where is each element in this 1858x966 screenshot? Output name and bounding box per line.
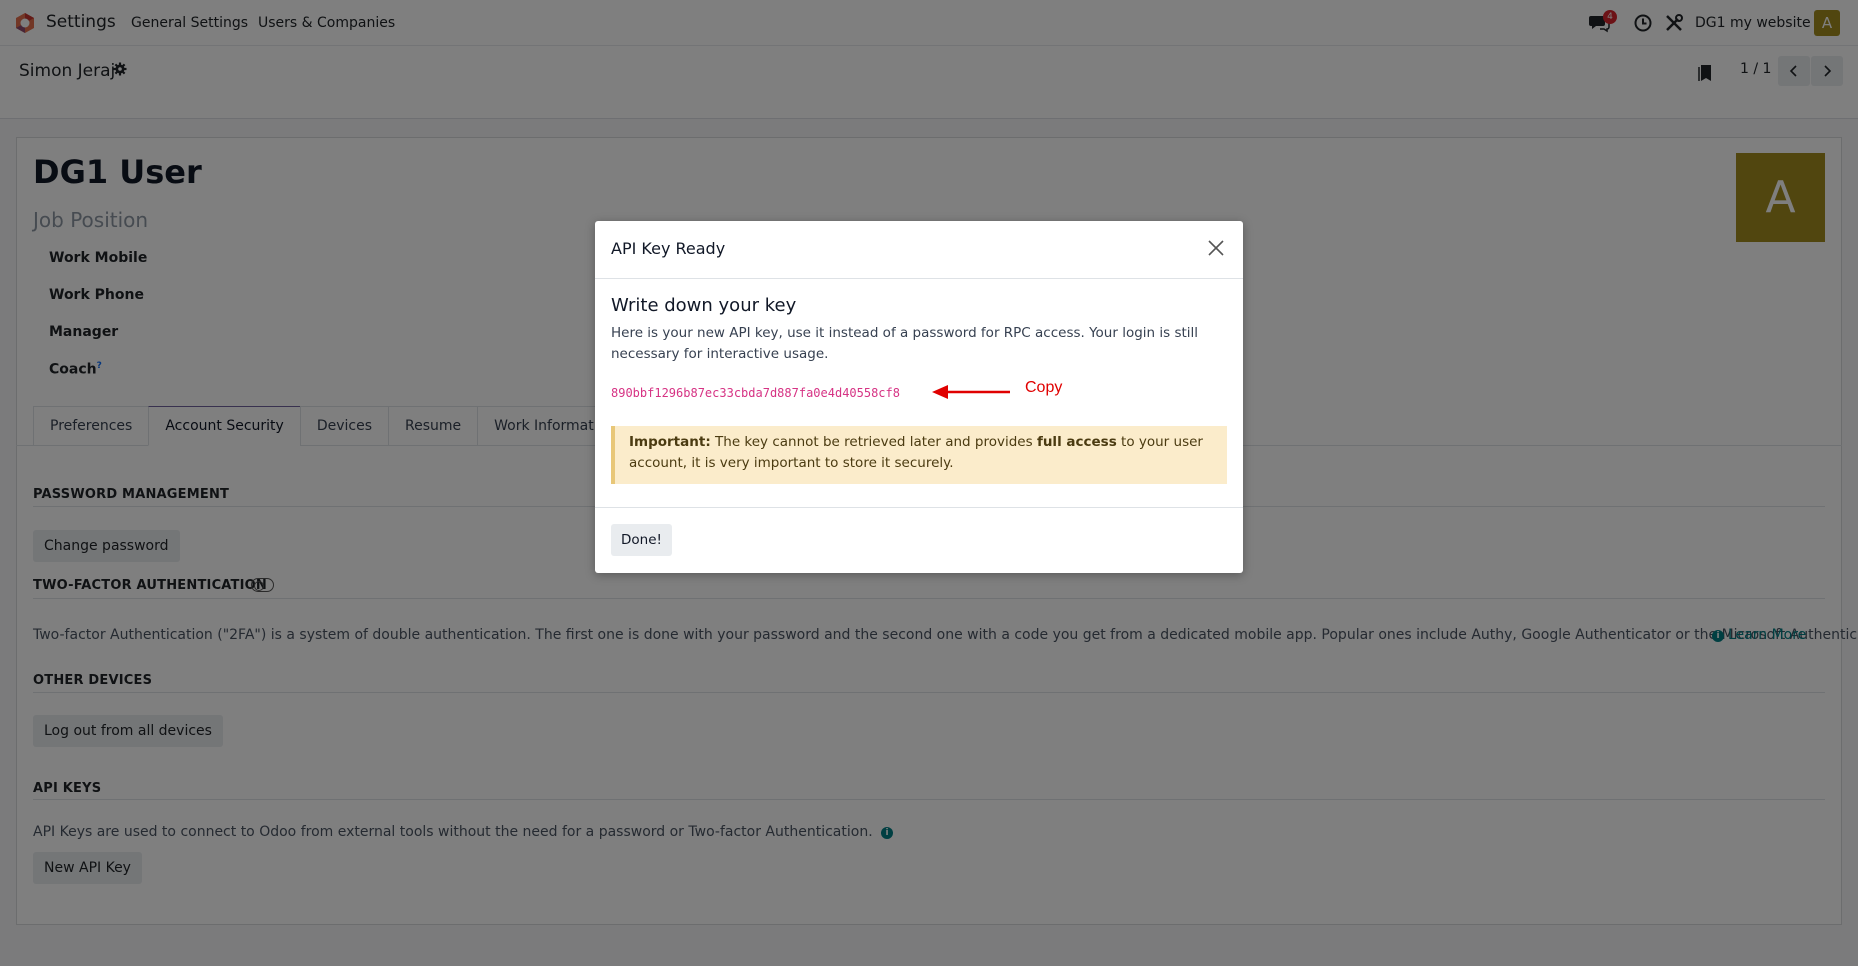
copy-annotation: Copy bbox=[1025, 379, 1063, 396]
modal-description: Here is your new API key, use it instead… bbox=[611, 325, 1199, 362]
api-key-ready-dialog: API Key Ready Write down your key Here i… bbox=[595, 221, 1243, 573]
arrow-left-icon bbox=[932, 385, 1010, 399]
warning-strong: Important: bbox=[629, 434, 711, 450]
warning-full-access: full access bbox=[1036, 434, 1117, 450]
modal-heading: Write down your key bbox=[611, 295, 797, 316]
modal-title: API Key Ready bbox=[611, 239, 726, 258]
done-button[interactable]: Done! bbox=[611, 524, 672, 556]
close-icon[interactable] bbox=[1207, 239, 1225, 257]
important-warning: Important: The key cannot be retrieved l… bbox=[611, 426, 1227, 484]
modal-header: API Key Ready bbox=[595, 221, 1243, 279]
warning-text-1: The key cannot be retrieved later and pr… bbox=[710, 434, 1037, 450]
api-key-value[interactable]: 890bbf1296b87ec33cbda7d887fa0e4d40558cf8 bbox=[611, 386, 900, 400]
modal-footer: Done! bbox=[595, 507, 1243, 573]
